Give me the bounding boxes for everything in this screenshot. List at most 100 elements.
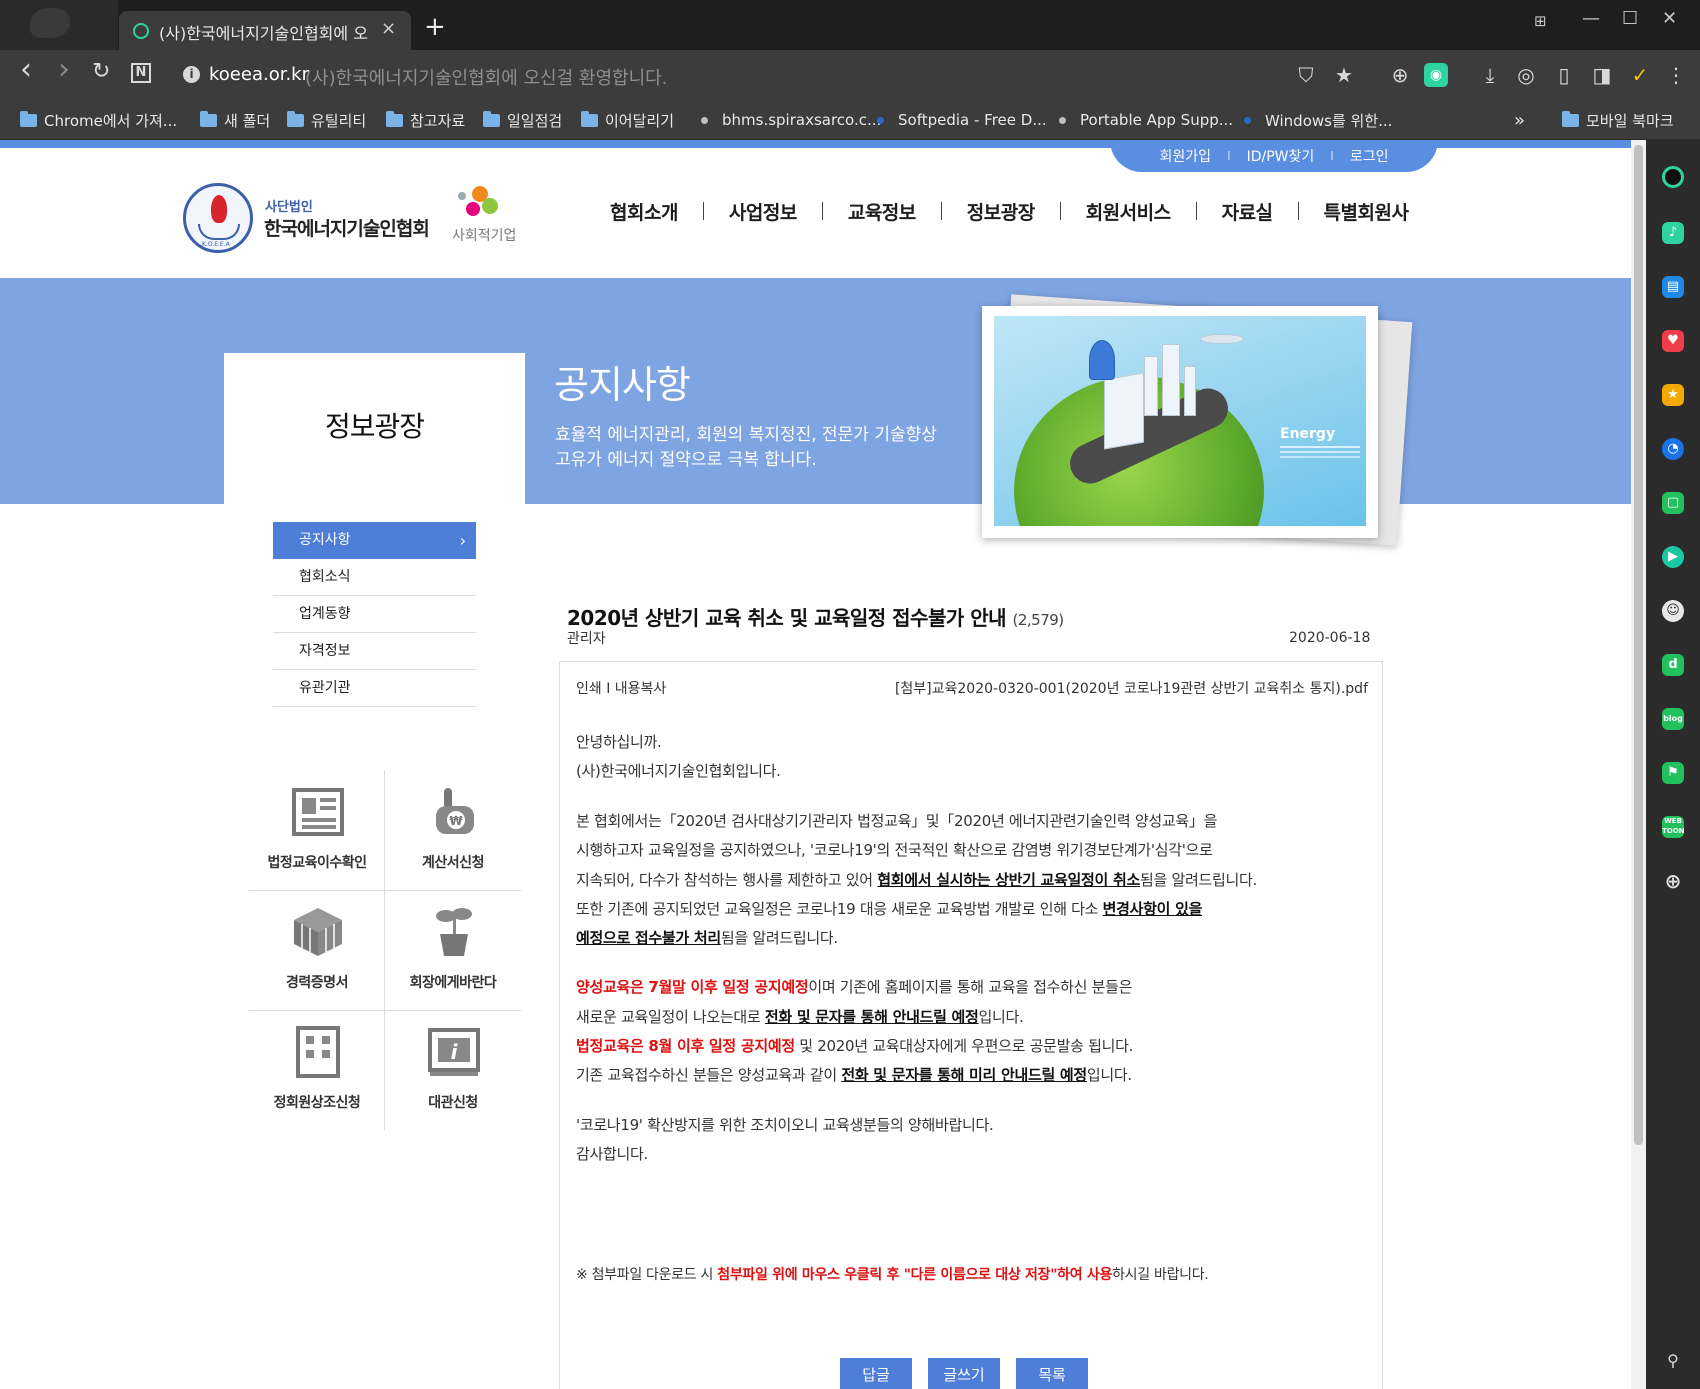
bookmarks-overflow-icon[interactable]: » <box>1514 109 1525 131</box>
pocket-icon[interactable]: ♥ <box>1662 330 1684 352</box>
share-extension-icon[interactable]: ⊕ <box>1388 63 1412 87</box>
nav-business[interactable]: 사업정보 <box>704 198 822 225</box>
play-icon[interactable]: ▶ <box>1662 546 1684 568</box>
nav-info-square[interactable]: 정보광장 <box>942 198 1060 225</box>
favorites-star-icon[interactable]: ★ <box>1662 384 1684 406</box>
side-menu-item-related[interactable]: 유관기관 <box>273 670 476 707</box>
whale-sidebar-icon[interactable] <box>1662 166 1684 188</box>
mobile-bookmarks-folder[interactable]: 모바일 북마크 <box>1562 109 1674 131</box>
webtoon-icon[interactable]: WEB TOON <box>1662 816 1685 838</box>
bookmark-folder[interactable]: 새 폴더 <box>200 109 270 131</box>
minimize-button[interactable]: — <box>1582 8 1600 29</box>
bookmark-label: 새 폴더 <box>224 111 271 130</box>
bookmark-page[interactable]: Portable App Supp... <box>1055 109 1233 131</box>
more-menu-icon[interactable]: ⋮ <box>1664 63 1688 87</box>
utility-links: 회원가입 I ID/PW찾기 I 로그인 <box>1110 140 1438 172</box>
bookmark-folder[interactable]: Chrome에서 가져... <box>20 109 177 131</box>
nav-education[interactable]: 교육정보 <box>823 198 941 225</box>
tab-search-icon[interactable]: ⊞ <box>1534 12 1547 30</box>
nav-member-service[interactable]: 회원서비스 <box>1061 198 1196 225</box>
screenshot-camera-icon[interactable]: ◎ <box>1514 63 1538 87</box>
greeting-line: (사)한국에너지기술인협회입니다. <box>576 762 781 780</box>
signup-link[interactable]: 회원가입 <box>1160 146 1212 166</box>
shield-extension-icon[interactable]: ⛉ <box>1294 63 1318 87</box>
bookmark-label: Portable App Supp... <box>1080 111 1234 129</box>
folder-icon <box>287 110 304 127</box>
bookmark-folder[interactable]: 유틸리티 <box>287 109 366 131</box>
find-id-pw-link[interactable]: ID/PW찾기 <box>1247 146 1315 166</box>
flame-icon <box>211 195 227 223</box>
article-date: 2020-06-18 <box>1289 630 1371 646</box>
reply-button[interactable]: 답글 <box>840 1358 912 1389</box>
checkmark-extension-icon[interactable]: ✓ <box>1628 63 1652 87</box>
forward-button[interactable]: › <box>58 55 70 85</box>
write-button[interactable]: 글쓰기 <box>928 1358 1000 1389</box>
bookmark-label: 유틸리티 <box>311 111 367 130</box>
naver-extension-icon[interactable]: ◉ <box>1424 63 1448 87</box>
pin-icon[interactable]: ⚲ <box>1662 1350 1684 1372</box>
close-window-button[interactable]: ✕ <box>1662 8 1677 29</box>
notion-extension-icon[interactable]: N <box>131 63 151 83</box>
side-menu-item-license[interactable]: 자격정보 <box>273 633 476 670</box>
side-menu-item-notice[interactable]: 공지사항 › <box>273 522 476 559</box>
side-menu-item-industry[interactable]: 업계동향 <box>273 596 476 633</box>
tab-close-icon[interactable]: × <box>381 18 396 39</box>
tab-strip-decoration <box>0 0 118 50</box>
bookmark-star-icon[interactable]: ★ <box>1332 63 1356 87</box>
quick-link-invoice[interactable]: ₩ 계산서신청 <box>385 770 521 889</box>
quick-link-career-cert[interactable]: 경력증명서 <box>249 890 385 1009</box>
quick-link-education-check[interactable]: 법정교육이수확인 <box>249 770 385 889</box>
reader-icon[interactable]: ▯ <box>1552 63 1576 87</box>
address-bar-host[interactable]: koeea.or.kr <box>209 64 309 85</box>
bookmark-page[interactable]: Windows를 위한... <box>1240 109 1392 131</box>
association-emblem-logo[interactable]: K.O.E.E.A <box>183 183 253 253</box>
side-menu-item-news[interactable]: 협회소식 <box>273 559 476 596</box>
section-title: 정보광장 <box>324 410 425 443</box>
bookmark-page[interactable]: Softpedia - Free D... <box>873 109 1047 131</box>
scrollbar-thumb[interactable] <box>1634 145 1643 1145</box>
nav-library[interactable]: 자료실 <box>1197 198 1298 225</box>
quick-link-to-president[interactable]: 회장에게바란다 <box>385 890 521 1009</box>
address-bar-title[interactable]: (사)한국에너지기술인협회에 오신걸 환영합니다. <box>305 64 667 90</box>
bookmarks-bar: Chrome에서 가져... 새 폴더 유틸리티 참고자료 일일점검 이어달리기… <box>0 100 1700 140</box>
maximize-button[interactable]: ☐ <box>1622 8 1638 29</box>
quick-links-grid: 법정교육이수확인 ₩ 계산서신청 경력증명서 회장에게바란다 정회원상조신청 i… <box>249 770 521 1130</box>
social-enterprise-logo-icon <box>458 184 504 220</box>
bookmark-folder[interactable]: 일일점검 <box>483 109 562 131</box>
dict-icon[interactable]: d <box>1662 654 1684 676</box>
reload-button[interactable]: ↻ <box>92 61 110 83</box>
shop-icon[interactable]: ▤ <box>1662 276 1684 298</box>
bookmark-folder[interactable]: 이어달리기 <box>581 109 674 131</box>
face-icon[interactable]: ☺ <box>1662 600 1684 622</box>
side-menu-label: 유관기관 <box>299 680 351 696</box>
add-panel-icon[interactable]: ⊕ <box>1662 870 1684 892</box>
notification-bell-icon[interactable]: ♪ <box>1662 222 1684 244</box>
papago-icon[interactable]: ◔ <box>1662 438 1684 460</box>
back-button[interactable]: ‹ <box>20 55 32 85</box>
new-tab-button[interactable]: + <box>424 14 446 40</box>
site-info-icon[interactable]: i <box>183 66 200 83</box>
quick-link-mutual-aid[interactable]: 정회원상조신청 <box>249 1010 385 1129</box>
bookmark-page[interactable]: bhms.spiraxsarco.c... <box>697 109 881 131</box>
bookmark-flag-icon[interactable]: ⚑ <box>1662 762 1684 784</box>
side-menu: 공지사항 › 협회소식 업계동향 자격정보 유관기관 <box>273 522 476 707</box>
login-link[interactable]: 로그인 <box>1350 146 1389 166</box>
list-button[interactable]: 목록 <box>1016 1358 1088 1389</box>
naver-memo-icon[interactable]: ▢ <box>1662 492 1684 514</box>
browser-tab-active[interactable]: (사)한국에너지기술인협회에 오신걸 환영합니다. × <box>119 11 411 50</box>
download-icon[interactable]: ⤓ <box>1478 63 1502 87</box>
nav-about[interactable]: 협회소개 <box>585 198 703 225</box>
print-copy-tools[interactable]: 인쇄 I 내용복사 <box>576 678 666 698</box>
bookmark-label: 일일점검 <box>507 111 563 130</box>
attachment-link[interactable]: [첨부]교육2020-0320-001(2020년 코로나19관련 상반기 교육… <box>895 678 1368 698</box>
building-icon <box>296 1026 340 1078</box>
body-line: 시행하고자 교육일정을 공지하였으나, '코로나19'의 전국적인 확산으로 감… <box>576 841 1213 859</box>
blog-icon[interactable]: blog <box>1662 708 1684 730</box>
bookmark-folder[interactable]: 참고자료 <box>386 109 465 131</box>
logo-title[interactable]: 한국에너지기술인협회 <box>264 214 430 241</box>
quick-link-rental[interactable]: i 대관신청 <box>385 1010 521 1129</box>
globe-icon <box>701 116 708 124</box>
side-panel-icon[interactable]: ◨ <box>1590 63 1614 87</box>
body-line: 감사합니다. <box>576 1145 648 1163</box>
nav-special-members[interactable]: 특별회원사 <box>1299 198 1434 225</box>
